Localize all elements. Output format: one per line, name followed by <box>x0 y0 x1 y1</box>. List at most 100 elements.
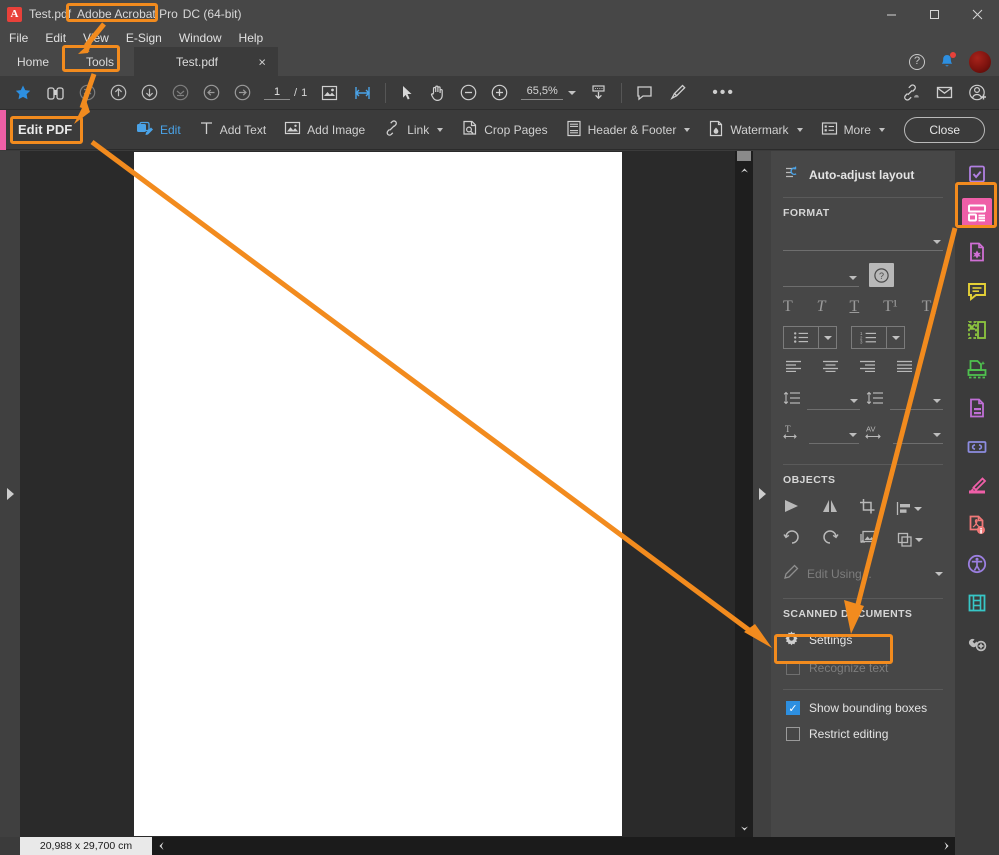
subscript-button[interactable]: T₁ <box>922 298 937 316</box>
redact-tool-icon[interactable] <box>962 471 992 501</box>
rotate-ccw-icon[interactable] <box>783 529 801 550</box>
crop-icon[interactable] <box>859 498 876 519</box>
last-page-icon[interactable] <box>165 76 196 110</box>
scroll-right-icon[interactable] <box>937 837 955 855</box>
accessibility-tool-icon[interactable] <box>962 549 992 579</box>
zoom-out-icon[interactable] <box>453 76 484 110</box>
add-text-button[interactable]: Add Text <box>190 110 275 150</box>
menu-item-window[interactable]: Window <box>179 31 222 45</box>
left-panel-toggle[interactable] <box>0 151 20 837</box>
font-help-icon[interactable]: ? <box>869 263 894 287</box>
right-panel-toggle[interactable] <box>753 151 771 837</box>
chevron-down-icon[interactable] <box>437 127 444 132</box>
superscript-button[interactable]: T¹ <box>883 298 898 316</box>
chevron-down-icon[interactable] <box>818 327 836 348</box>
chevron-down-icon[interactable] <box>684 127 691 132</box>
numbered-list-button[interactable]: 123 <box>851 326 905 349</box>
align-justify-icon[interactable] <box>896 359 913 377</box>
bold-button[interactable]: T <box>783 298 793 316</box>
add-image-button[interactable]: Add Image <box>275 110 374 150</box>
scroll-mode-icon[interactable] <box>582 76 615 110</box>
align-objects-button[interactable] <box>896 501 922 516</box>
vertical-scrollbar[interactable] <box>735 151 753 837</box>
menu-item-file[interactable]: File <box>9 31 28 45</box>
tab-document[interactable]: Test.pdf × <box>134 47 278 76</box>
add-user-icon[interactable] <box>961 76 995 110</box>
current-page-input[interactable]: 1 <box>264 86 290 100</box>
align-right-icon[interactable] <box>859 359 876 377</box>
page-up-icon[interactable] <box>103 76 134 110</box>
show-bounding-boxes-checkbox[interactable]: ✓ <box>786 701 800 715</box>
menu-item-view[interactable]: View <box>83 31 109 45</box>
edit-button[interactable]: Edit <box>126 110 190 150</box>
paragraph-spacing-select[interactable] <box>890 392 943 410</box>
scrollbar-thumb[interactable] <box>737 151 751 161</box>
menu-item-help[interactable]: Help <box>239 31 264 45</box>
character-spacing-select[interactable] <box>893 426 943 444</box>
restrict-editing-checkbox[interactable] <box>786 727 800 741</box>
tab-home[interactable]: Home <box>0 47 66 76</box>
chevron-down-icon[interactable] <box>568 90 577 95</box>
bulleted-list-button[interactable] <box>783 326 837 349</box>
close-icon[interactable]: × <box>258 55 266 68</box>
line-spacing-select[interactable] <box>807 392 860 410</box>
align-left-icon[interactable] <box>785 359 802 377</box>
zoom-in-icon[interactable] <box>484 76 515 110</box>
help-icon[interactable]: ? <box>909 53 925 70</box>
previous-view-icon[interactable] <box>196 76 227 110</box>
rotate-cw-icon[interactable] <box>821 529 839 550</box>
select-cursor-icon[interactable] <box>392 76 422 110</box>
flip-horizontal-icon[interactable] <box>783 498 801 519</box>
star-icon[interactable] <box>0 76 39 110</box>
underline-button[interactable]: T <box>849 298 859 316</box>
menu-item-esign[interactable]: E-Sign <box>126 31 162 45</box>
italic-button[interactable]: T <box>817 298 826 316</box>
chevron-down-icon[interactable] <box>886 327 904 348</box>
javascript-tool-icon[interactable] <box>962 432 992 462</box>
maximize-icon[interactable] <box>913 0 956 28</box>
more-button[interactable]: More <box>812 110 894 150</box>
next-view-icon[interactable] <box>227 76 258 110</box>
rich-media-tool-icon[interactable] <box>962 588 992 618</box>
font-family-select[interactable] <box>783 233 943 251</box>
more-options-icon[interactable]: ••• <box>694 76 742 110</box>
chevron-down-icon[interactable] <box>935 572 943 576</box>
auto-adjust-layout-row[interactable]: Auto-adjust layout <box>783 151 943 184</box>
binoculars-icon[interactable] <box>39 76 72 110</box>
zoom-level-control[interactable]: 65,5% <box>515 85 582 100</box>
print-production-tool-icon[interactable] <box>962 627 992 657</box>
scroll-down-icon[interactable] <box>735 819 753 837</box>
pdf-page[interactable] <box>134 152 622 836</box>
minimize-icon[interactable] <box>870 0 913 28</box>
export-pdf-tool-icon[interactable] <box>962 393 992 423</box>
menu-item-edit[interactable]: Edit <box>45 31 66 45</box>
close-tool-button[interactable]: Close <box>904 116 985 143</box>
watermark-button[interactable]: Watermark <box>699 110 811 150</box>
avatar[interactable] <box>969 50 991 73</box>
align-center-icon[interactable] <box>822 359 839 377</box>
flip-vertical-icon[interactable] <box>821 498 839 519</box>
bell-icon[interactable] <box>939 52 956 70</box>
comment-icon[interactable] <box>628 76 661 110</box>
create-pdf-tool-icon[interactable] <box>962 237 992 267</box>
horizontal-scale-select[interactable] <box>809 426 859 444</box>
document-viewport[interactable] <box>20 151 735 837</box>
close-icon[interactable] <box>956 0 999 28</box>
font-size-select[interactable] <box>783 269 859 287</box>
page-down-icon[interactable] <box>134 76 165 110</box>
show-bounding-boxes-row[interactable]: ✓ Show bounding boxes <box>783 701 943 715</box>
chevron-down-icon[interactable] <box>796 127 803 132</box>
page-thumbnail-icon[interactable] <box>313 76 346 110</box>
fit-width-icon[interactable] <box>346 76 379 110</box>
hand-icon[interactable] <box>422 76 453 110</box>
crop-pages-button[interactable]: Crop Pages <box>452 110 556 150</box>
horizontal-scrollbar[interactable] <box>152 837 999 855</box>
share-link-icon[interactable] <box>893 76 928 110</box>
compare-files-tool-icon[interactable] <box>962 315 992 345</box>
restrict-editing-row[interactable]: Restrict editing <box>783 727 943 741</box>
scroll-up-icon[interactable] <box>735 161 753 179</box>
enhance-scans-tool-icon[interactable] <box>962 354 992 384</box>
pdf-standards-tool-icon[interactable] <box>962 510 992 540</box>
edit-using-row[interactable]: Edit Using... <box>783 564 943 584</box>
arrange-button[interactable] <box>897 532 923 547</box>
